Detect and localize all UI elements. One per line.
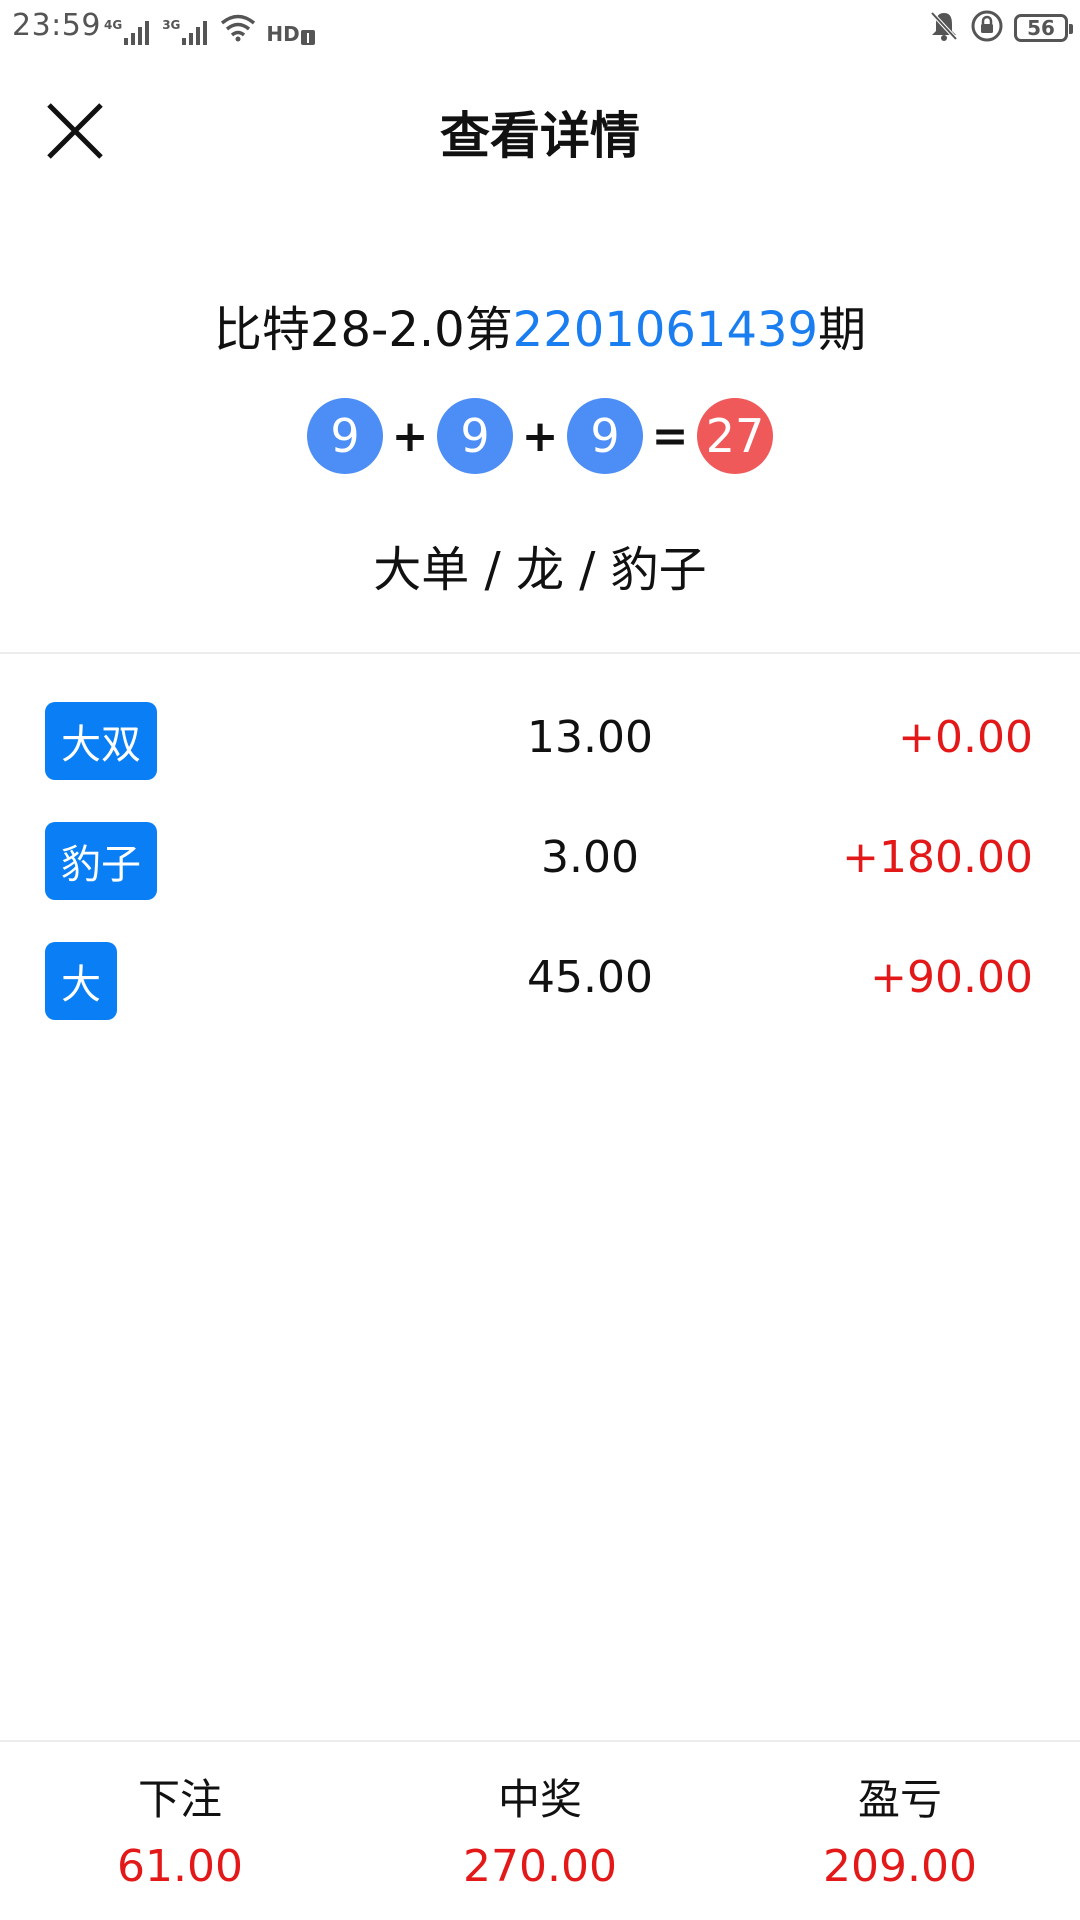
bet-type-tag: 豹子 <box>45 822 157 900</box>
header: 查看详情 <box>0 56 1080 206</box>
status-bar: 23:59 4G 3G HD 56 <box>0 0 1080 56</box>
signal-4g-icon: 4G <box>104 18 152 46</box>
total-win-value: 270.00 <box>463 1841 617 1892</box>
period-prefix: 比特28-2.0第 <box>213 302 513 358</box>
signal-3g-icon: 3G <box>162 18 210 46</box>
profit-summary: 盈亏 209.00 <box>720 1742 1080 1920</box>
network-3g-label: 3G <box>162 18 181 32</box>
plus-sign: + <box>391 410 429 462</box>
bet-row: 大 45.00 +90.00 <box>0 940 1080 1060</box>
bet-amount: 3.00 <box>541 832 639 883</box>
battery-icon: 56 <box>1014 14 1073 42</box>
bet-payout: +0.00 <box>898 712 1033 763</box>
total-win-label: 中奖 <box>497 1775 582 1824</box>
result-ball-3: 9 <box>567 398 643 474</box>
result-ball-2: 9 <box>437 398 513 474</box>
period-number: 2201061439 <box>512 302 819 358</box>
bet-payout: +90.00 <box>870 952 1033 1003</box>
bet-type-tag: 大 <box>45 942 117 1020</box>
detail-page: 23:59 4G 3G HD 56 查看详情 比特28-2.0第22010614… <box>0 0 1080 1920</box>
bet-amount: 45.00 <box>527 952 653 1003</box>
bet-type-tag: 大双 <box>45 702 157 780</box>
hd-label: HD <box>266 22 300 46</box>
section-divider <box>0 652 1080 654</box>
bell-muted-icon <box>928 9 960 47</box>
profit-label: 盈亏 <box>857 1775 942 1824</box>
result-description: 大单 / 龙 / 豹子 <box>373 542 707 598</box>
profit-value: 209.00 <box>823 1841 977 1892</box>
wifi-icon <box>220 14 256 46</box>
network-4g-label: 4G <box>104 18 123 32</box>
rotation-lock-icon <box>970 9 1004 47</box>
hd-icon: HD <box>266 22 315 46</box>
equals-sign: = <box>651 410 689 462</box>
bet-row: 大双 13.00 +0.00 <box>0 700 1080 820</box>
total-bet-summary: 下注 61.00 <box>0 1742 360 1920</box>
total-bet-value: 61.00 <box>117 1841 243 1892</box>
status-time: 23:59 <box>12 8 101 43</box>
bet-list: 大双 13.00 +0.00 豹子 3.00 +180.00 大 45.00 +… <box>0 700 1080 1060</box>
status-left-icons: 4G 3G HD <box>104 10 316 46</box>
bet-amount: 13.00 <box>527 712 653 763</box>
result-ball-1: 9 <box>307 398 383 474</box>
period-suffix: 期 <box>818 302 867 358</box>
bet-row: 豹子 3.00 +180.00 <box>0 820 1080 940</box>
total-win-summary: 中奖 270.00 <box>360 1742 720 1920</box>
battery-level: 56 <box>1027 16 1055 40</box>
status-right-icons: 56 <box>928 8 1073 48</box>
result-sum-ball: 27 <box>697 398 773 474</box>
draw-result: 9 + 9 + 9 = 27 <box>0 398 1080 474</box>
bet-payout: +180.00 <box>842 832 1033 883</box>
page-title: 查看详情 <box>440 107 640 165</box>
period-line: 比特28-2.0第2201061439期 <box>0 290 1080 360</box>
plus-sign: + <box>521 410 559 462</box>
summary-footer: 下注 61.00 中奖 270.00 盈亏 209.00 <box>0 1742 1080 1920</box>
total-bet-label: 下注 <box>137 1775 222 1824</box>
